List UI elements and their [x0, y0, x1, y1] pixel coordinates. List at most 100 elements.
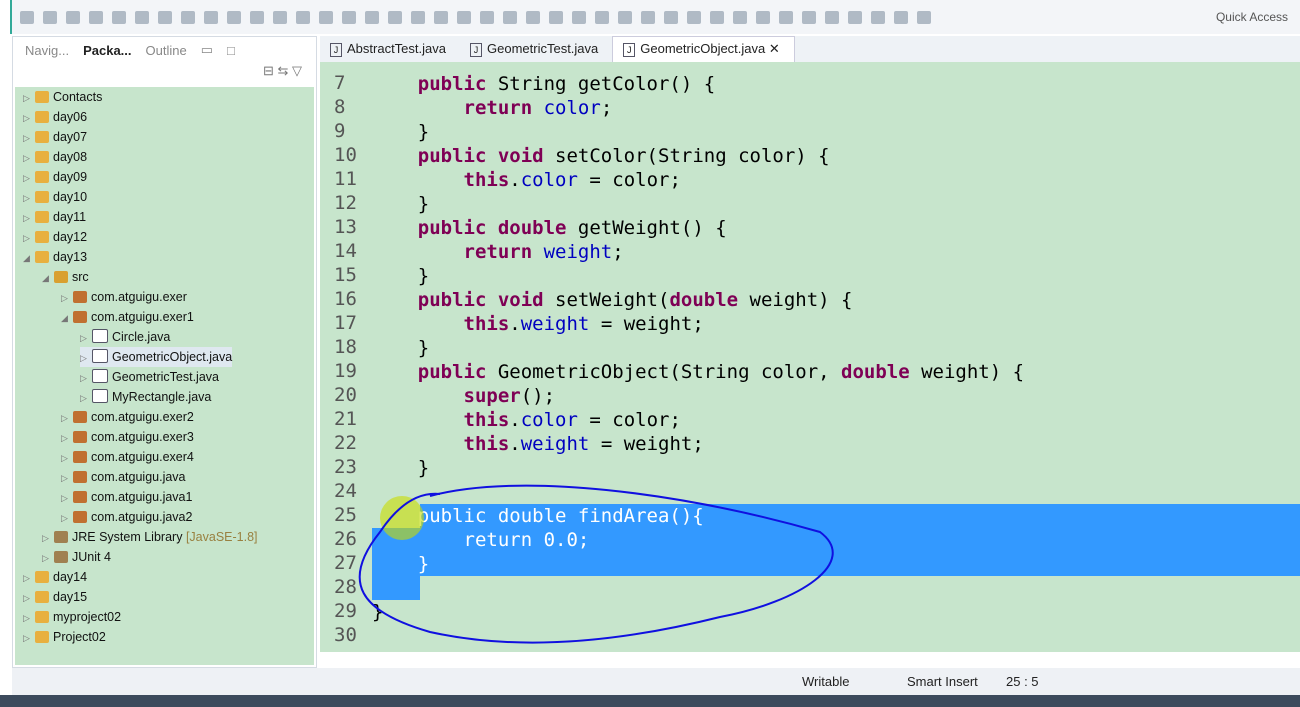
- collapse-all-icon[interactable]: ⊟: [263, 63, 274, 78]
- toolbar-button-icon[interactable]: [66, 10, 80, 24]
- collapsed-arrow-icon[interactable]: ▷: [61, 488, 73, 508]
- tree-item[interactable]: ▷ com.atguigu.exer: [61, 287, 187, 307]
- collapsed-arrow-icon[interactable]: ▷: [23, 208, 35, 228]
- collapsed-arrow-icon[interactable]: ▷: [61, 288, 73, 308]
- collapsed-arrow-icon[interactable]: ▷: [61, 468, 73, 488]
- collapsed-arrow-icon[interactable]: ▷: [23, 148, 35, 168]
- collapsed-arrow-icon[interactable]: ▷: [23, 228, 35, 248]
- tab-outline[interactable]: Outline: [146, 43, 187, 58]
- tree-item[interactable]: ▷ Project02: [23, 627, 106, 647]
- toolbar-button-icon[interactable]: [526, 10, 540, 24]
- view-menu-icon[interactable]: ▽: [292, 63, 302, 78]
- tree-item[interactable]: ▷ com.atguigu.exer4: [61, 447, 194, 467]
- collapsed-arrow-icon[interactable]: ▷: [23, 128, 35, 148]
- tab-navigator[interactable]: Navig...: [25, 43, 69, 58]
- toolbar-button-icon[interactable]: [802, 10, 816, 24]
- toolbar-button-icon[interactable]: [733, 10, 747, 24]
- collapsed-arrow-icon[interactable]: ▷: [23, 88, 35, 108]
- collapsed-arrow-icon[interactable]: ▷: [61, 508, 73, 528]
- collapsed-arrow-icon[interactable]: ▷: [80, 388, 92, 408]
- toolbar-button-icon[interactable]: [181, 10, 195, 24]
- toolbar-button-icon[interactable]: [227, 10, 241, 24]
- editor-tab[interactable]: J GeometricObject.java ✕: [612, 36, 795, 62]
- tree-item[interactable]: ▷ day14: [23, 567, 87, 587]
- expanded-arrow-icon[interactable]: ◢: [23, 248, 35, 268]
- toolbar-button-icon[interactable]: [871, 10, 885, 24]
- collapsed-arrow-icon[interactable]: ▷: [61, 408, 73, 428]
- toolbar-button-icon[interactable]: [158, 10, 172, 24]
- tree-item[interactable]: ▷ JUnit 4: [42, 547, 111, 567]
- expanded-arrow-icon[interactable]: ◢: [61, 308, 73, 328]
- tree-item[interactable]: ▷ day07: [23, 127, 87, 147]
- toolbar-button-icon[interactable]: [664, 10, 678, 24]
- tree-item[interactable]: ◢ com.atguigu.exer1: [61, 307, 194, 327]
- toolbar-button-icon[interactable]: [641, 10, 655, 24]
- quick-access-field[interactable]: Quick Access: [1216, 10, 1288, 24]
- toolbar-button-icon[interactable]: [135, 10, 149, 24]
- tree-item[interactable]: ▷ day10: [23, 187, 87, 207]
- toolbar-button-icon[interactable]: [204, 10, 218, 24]
- toolbar-button-icon[interactable]: [480, 10, 494, 24]
- toolbar-button-icon[interactable]: [756, 10, 770, 24]
- toolbar-button-icon[interactable]: [20, 10, 34, 24]
- toolbar-button-icon[interactable]: [894, 10, 908, 24]
- tree-item[interactable]: ▷ MyRectangle.java: [80, 387, 211, 407]
- collapsed-arrow-icon[interactable]: ▷: [23, 568, 35, 588]
- tree-item[interactable]: ▷ day15: [23, 587, 87, 607]
- collapsed-arrow-icon[interactable]: ▷: [23, 628, 35, 648]
- collapsed-arrow-icon[interactable]: ▷: [42, 528, 54, 548]
- tree-item[interactable]: ▷ day12: [23, 227, 87, 247]
- toolbar-button-icon[interactable]: [342, 10, 356, 24]
- collapsed-arrow-icon[interactable]: ▷: [80, 368, 92, 388]
- collapsed-arrow-icon[interactable]: ▷: [23, 608, 35, 628]
- collapsed-arrow-icon[interactable]: ▷: [23, 188, 35, 208]
- tree-item[interactable]: ▷ com.atguigu.exer2: [61, 407, 194, 427]
- tree-item[interactable]: ▷ myproject02: [23, 607, 121, 627]
- toolbar-button-icon[interactable]: [779, 10, 793, 24]
- tree-item[interactable]: ▷ day11: [23, 207, 86, 227]
- toolbar-button-icon[interactable]: [503, 10, 517, 24]
- code-editor[interactable]: 7 8 9 10 11 12 13 14 15 16 17 18 19 20 21 22 23 24 25 26 27 2…: [320, 62, 1300, 652]
- tree-item[interactable]: ▷ day09: [23, 167, 87, 187]
- tree-item[interactable]: ▷ com.atguigu.java1: [61, 487, 192, 507]
- link-editor-icon[interactable]: ⇆: [277, 63, 288, 78]
- toolbar-button-icon[interactable]: [89, 10, 103, 24]
- minimize-icon[interactable]: ▭: [201, 42, 213, 58]
- tree-item[interactable]: ◢ src: [42, 267, 89, 287]
- tree-item[interactable]: ▷ Contacts: [23, 87, 102, 107]
- toolbar-button-icon[interactable]: [917, 10, 931, 24]
- toolbar-button-icon[interactable]: [250, 10, 264, 24]
- editor-tab[interactable]: J GeometricTest.java: [460, 37, 612, 62]
- collapsed-arrow-icon[interactable]: ▷: [23, 108, 35, 128]
- tree-item[interactable]: ▷ JRE System Library [JavaSE-1.8]: [42, 527, 258, 547]
- tree-item[interactable]: ▷ GeometricObject.java: [80, 347, 233, 368]
- toolbar-button-icon[interactable]: [572, 10, 586, 24]
- collapsed-arrow-icon[interactable]: ▷: [23, 168, 35, 188]
- tree-item[interactable]: ▷ day08: [23, 147, 87, 167]
- collapsed-arrow-icon[interactable]: ▷: [80, 328, 92, 348]
- toolbar-button-icon[interactable]: [388, 10, 402, 24]
- toolbar-button-icon[interactable]: [618, 10, 632, 24]
- toolbar-button-icon[interactable]: [319, 10, 333, 24]
- toolbar-button-icon[interactable]: [43, 10, 57, 24]
- toolbar-button-icon[interactable]: [710, 10, 724, 24]
- editor-tab[interactable]: J AbstractTest.java: [320, 37, 460, 62]
- toolbar-button-icon[interactable]: [365, 10, 379, 24]
- tree-item[interactable]: ▷ com.atguigu.java2: [61, 507, 192, 527]
- collapsed-arrow-icon[interactable]: ▷: [23, 588, 35, 608]
- tree-item[interactable]: ▷ com.atguigu.exer3: [61, 427, 194, 447]
- toolbar-button-icon[interactable]: [457, 10, 471, 24]
- toolbar-button-icon[interactable]: [273, 10, 287, 24]
- toolbar-button-icon[interactable]: [595, 10, 609, 24]
- toolbar-button-icon[interactable]: [825, 10, 839, 24]
- toolbar-button-icon[interactable]: [112, 10, 126, 24]
- close-icon[interactable]: ✕: [769, 41, 780, 56]
- collapsed-arrow-icon[interactable]: ▷: [80, 348, 92, 368]
- collapsed-arrow-icon[interactable]: ▷: [61, 428, 73, 448]
- tab-package-explorer[interactable]: Packa...: [83, 43, 131, 58]
- maximize-icon[interactable]: □: [227, 43, 235, 58]
- collapsed-arrow-icon[interactable]: ▷: [61, 448, 73, 468]
- tree-item[interactable]: ▷ Circle.java: [80, 327, 170, 347]
- tree-item[interactable]: ▷ GeometricTest.java: [80, 367, 219, 387]
- toolbar-button-icon[interactable]: [411, 10, 425, 24]
